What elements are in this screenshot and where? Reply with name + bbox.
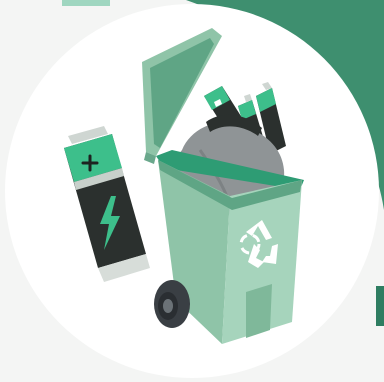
corner-strip-top-left: [62, 0, 110, 6]
corner-strip-right: [376, 286, 384, 326]
illustration: [0, 0, 384, 382]
wheel-icon: [154, 280, 190, 328]
